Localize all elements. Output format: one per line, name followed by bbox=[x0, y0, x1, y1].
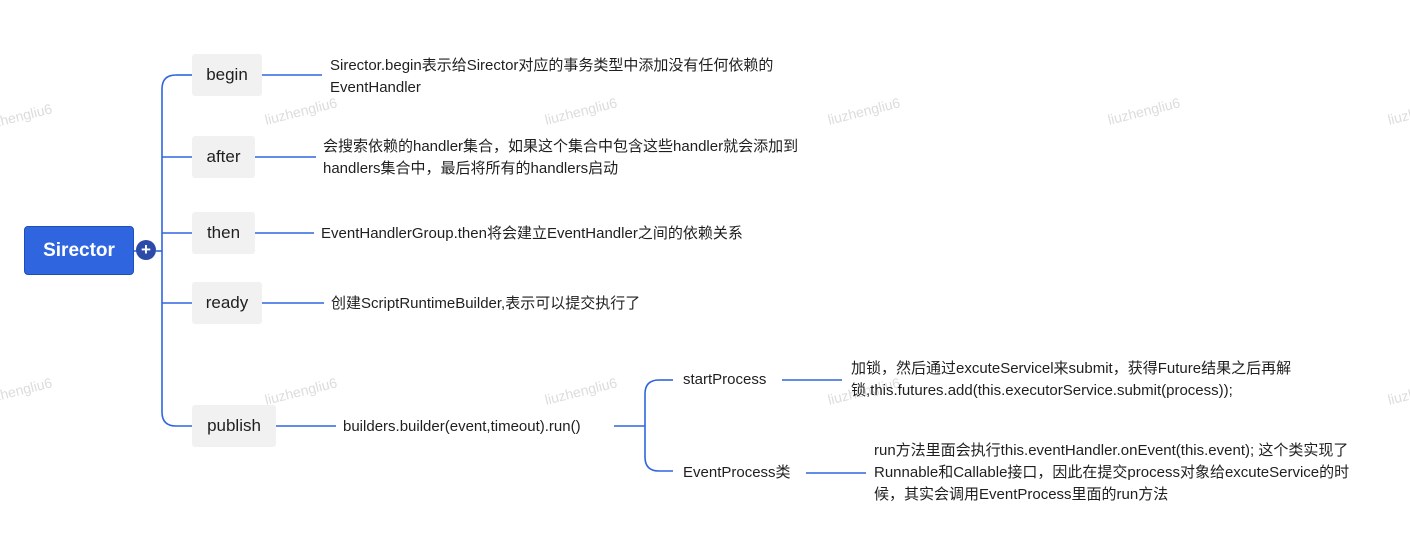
collapse-toggle-icon[interactable]: + bbox=[136, 240, 156, 260]
note-begin[interactable]: Sirector.begin表示给Sirector对应的事务类型中添加没有任何依… bbox=[330, 55, 806, 99]
branch-node-ready[interactable]: ready bbox=[192, 282, 262, 324]
child-node-eventprocess[interactable]: EventProcess类 bbox=[683, 462, 791, 484]
branch-node-begin[interactable]: begin bbox=[192, 54, 262, 96]
note-after[interactable]: 会搜索依赖的handler集合，如果这个集合中包含这些handler就会添加到h… bbox=[323, 136, 799, 180]
note-ready[interactable]: 创建ScriptRuntimeBuilder,表示可以提交执行了 bbox=[331, 293, 640, 315]
note-then[interactable]: EventHandlerGroup.then将会建立EventHandler之间… bbox=[321, 223, 743, 245]
note-publish[interactable]: builders.builder(event,timeout).run() bbox=[343, 416, 581, 438]
note-eventprocess[interactable]: run方法里面会执行this.eventHandler.onEvent(this… bbox=[874, 440, 1358, 506]
branch-node-then[interactable]: then bbox=[192, 212, 255, 254]
branch-node-after[interactable]: after bbox=[192, 136, 255, 178]
note-startprocess[interactable]: 加锁，然后通过excuteServicel来submit，获得Future结果之… bbox=[851, 358, 1339, 402]
child-node-startprocess[interactable]: startProcess bbox=[683, 369, 766, 391]
branch-node-publish[interactable]: publish bbox=[192, 405, 276, 447]
root-node[interactable]: Sirector bbox=[24, 226, 134, 275]
